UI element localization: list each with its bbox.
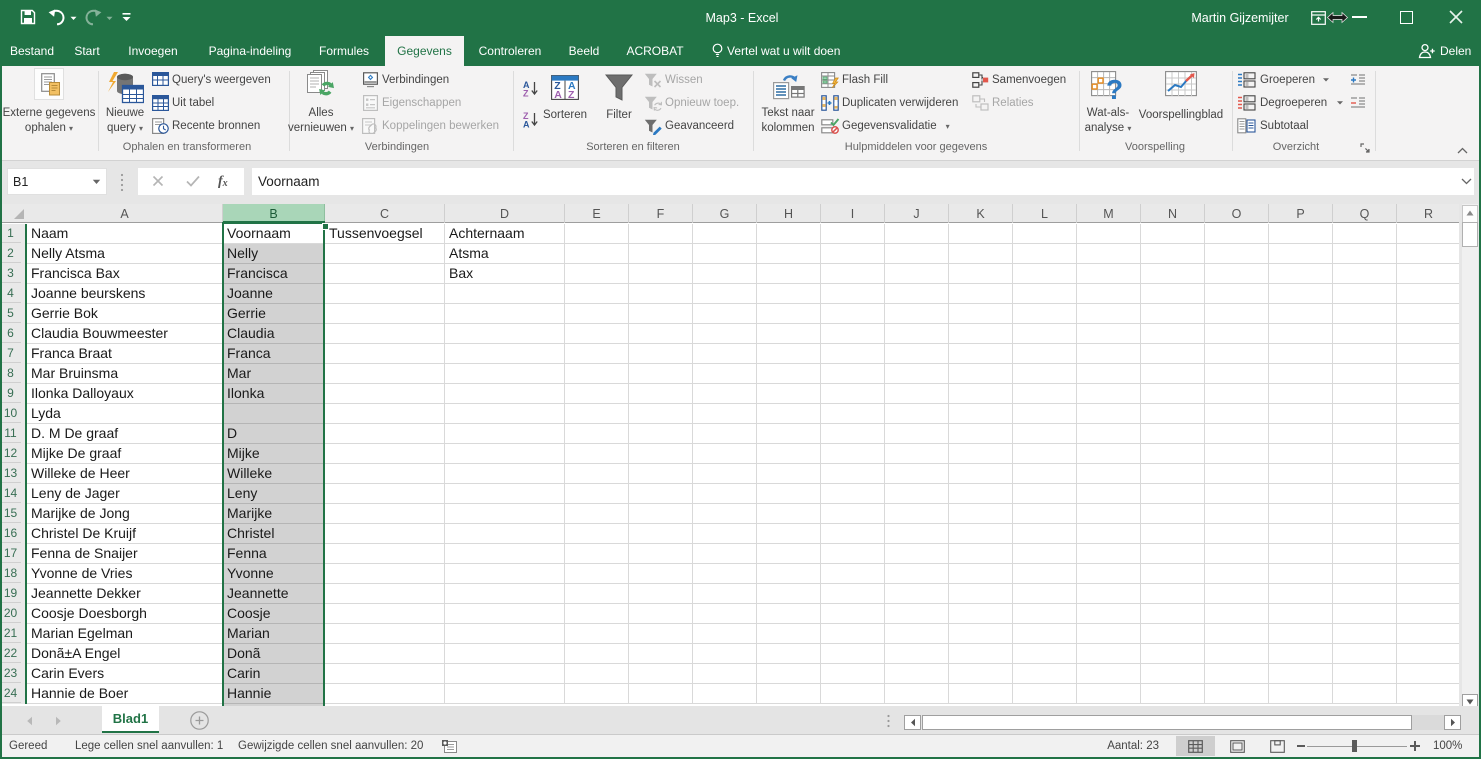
svg-text:Z: Z [568, 89, 575, 100]
svg-text:Z: Z [523, 89, 529, 98]
svg-text:?: ? [1106, 74, 1123, 101]
svg-text:A: A [554, 89, 562, 100]
